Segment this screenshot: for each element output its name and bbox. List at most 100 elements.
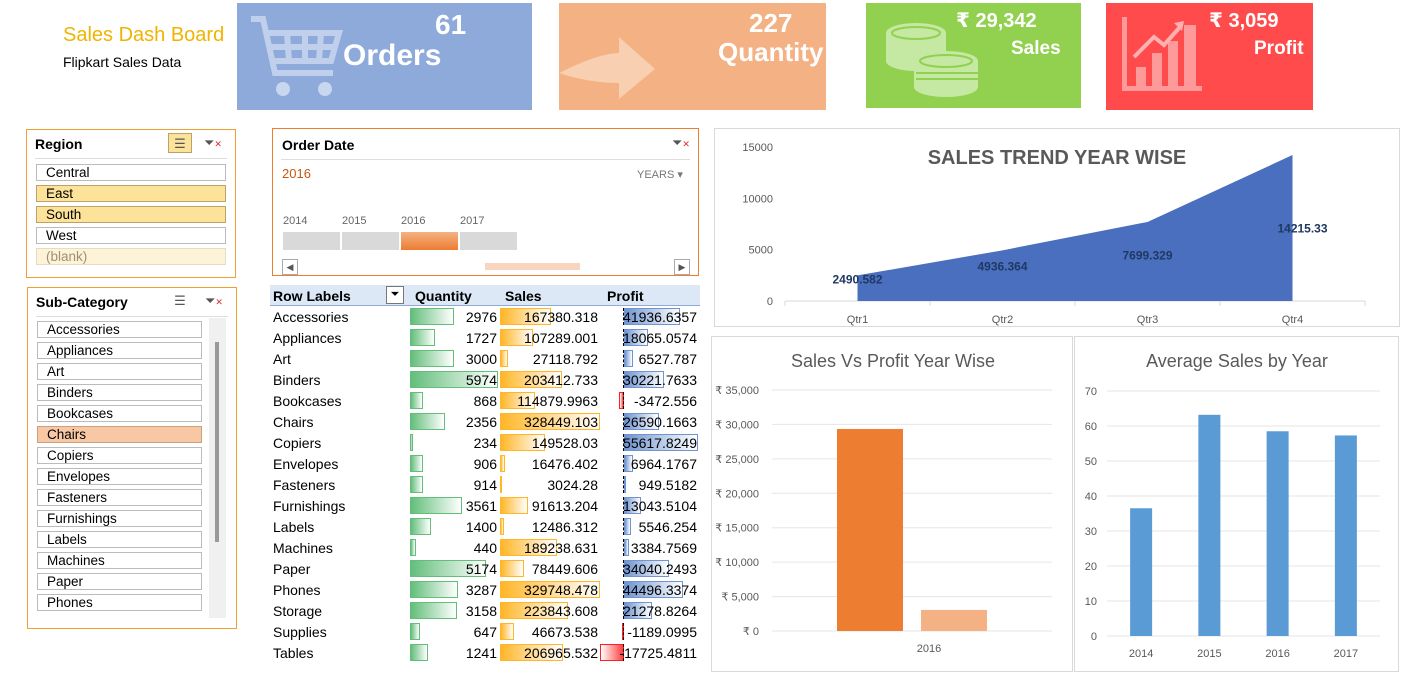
chevron-down-icon: ▾	[677, 169, 683, 181]
y-tick-label: 0	[1091, 631, 1097, 643]
region-item-south[interactable]: South	[36, 206, 226, 223]
region-item-central[interactable]: Central	[36, 164, 226, 181]
profit-cell: 3384.7569	[630, 540, 697, 556]
region-item-west[interactable]: West	[36, 227, 226, 244]
profit-cell: 44496.3374	[623, 582, 697, 598]
subcategory-item-machines[interactable]: Machines	[37, 552, 202, 569]
y-tick-label: 40	[1085, 491, 1097, 503]
subcategory-item-furnishings[interactable]: Furnishings	[37, 510, 202, 527]
scrollbar-thumb[interactable]	[215, 342, 219, 542]
timeline-year-2014[interactable]	[283, 232, 340, 250]
profit-cell: -17725.4811	[619, 645, 697, 661]
subcategory-item-appliances[interactable]: Appliances	[37, 342, 202, 359]
timeline-year-label: 2016	[401, 215, 426, 227]
subcategory-item-paper[interactable]: Paper	[37, 573, 202, 590]
growth-chart-icon	[1122, 17, 1202, 91]
sales-card: ₹ 29,342 Sales	[866, 3, 1081, 108]
profit-header: Profit	[607, 288, 644, 304]
y-tick-label: ₹ 10,000	[715, 557, 759, 569]
timeline-year-2017[interactable]	[460, 232, 517, 250]
subcategory-item-chairs[interactable]: Chairs	[37, 426, 202, 443]
timeline-level-dropdown[interactable]: YEARS ▾	[637, 168, 683, 181]
slicer-scrollbar[interactable]	[209, 318, 226, 618]
y-tick-label: ₹ 15,000	[715, 523, 759, 535]
pivot-row: Chairs 2356 328449.103 26590.1663	[270, 411, 700, 432]
region-slicer: Region ☰ ⏷✕ Central East South West (blank)	[26, 129, 236, 278]
pivot-row: Copiers 234 149528.03 55617.8249	[270, 432, 700, 453]
profit-cell: 6527.787	[638, 351, 697, 367]
profit-cell: 5546.254	[638, 519, 697, 535]
subcategory-item-art[interactable]: Art	[37, 363, 202, 380]
quantity-value: 227	[749, 8, 793, 38]
timeline-selected-range: 2016	[282, 166, 311, 181]
chart-title: SALES TREND YEAR WISE	[928, 147, 1187, 169]
profit-cell: 34040.2493	[623, 561, 697, 577]
timeline-year-label: 2015	[342, 215, 367, 227]
clear-filter-icon[interactable]: ⏷✕	[669, 133, 693, 153]
subcategory-item-accessories[interactable]: Accessories	[37, 321, 202, 338]
region-item-blank[interactable]: (blank)	[36, 248, 226, 265]
subcategory-item-copiers[interactable]: Copiers	[37, 447, 202, 464]
pivot-row: Furnishings 3561 91613.204 13043.5104	[270, 495, 700, 516]
pivot-row: Envelopes 906 16476.402 6964.1767	[270, 453, 700, 474]
pivot-row: Bookcases 868 114879.9963 -3472.556	[270, 390, 700, 411]
subcategory-item-envelopes[interactable]: Envelopes	[37, 468, 202, 485]
pivot-row: Appliances 1727 107289.001 18065.0574	[270, 327, 700, 348]
pivot-row: Supplies 647 46673.538 -1189.0995	[270, 621, 700, 642]
data-label: 4936.364	[977, 260, 1027, 274]
profit-databar	[624, 350, 633, 367]
profit-databar	[624, 518, 632, 535]
timeline-year-2016[interactable]	[401, 232, 458, 250]
subcategory-item-binders[interactable]: Binders	[37, 384, 202, 401]
y-tick-label: ₹ 25,000	[715, 454, 759, 466]
multi-select-icon[interactable]: ☰	[168, 133, 192, 153]
subcategory-item-fasteners[interactable]: Fasteners	[37, 489, 202, 506]
timeline-level-label: YEARS	[637, 169, 675, 181]
quantity-header: Quantity	[415, 288, 472, 304]
bar	[1198, 414, 1221, 636]
y-tick-label: 60	[1085, 421, 1097, 433]
profit-cell: -3472.556	[633, 393, 697, 409]
dashboard-title: Sales Dash Board	[63, 24, 225, 46]
subcategory-slicer: Sub-Category ☰ ⏷✕ Accessories Appliances A…	[27, 287, 237, 629]
x-tick-label: Qtr4	[1282, 314, 1303, 326]
profit-cell: 26590.1663	[623, 414, 697, 430]
profit-databar	[624, 476, 626, 493]
subcategory-item-bookcases[interactable]: Bookcases	[37, 405, 202, 422]
pivot-row: Fasteners 914 3024.28 949.5182	[270, 474, 700, 495]
y-tick-label: ₹ 0	[743, 626, 759, 638]
region-item-east[interactable]: East	[36, 185, 226, 202]
pivot-row: Binders 5974 203412.733 30221.7633	[270, 369, 700, 390]
profit-value: ₹ 3,059	[1209, 10, 1279, 32]
timeline-year-2015[interactable]	[342, 232, 399, 250]
profit-cell: -1189.0995	[627, 624, 697, 640]
profit-cell: 949.5182	[638, 477, 697, 493]
timeline-scroll-track[interactable]	[485, 263, 580, 270]
orders-card: 61 Orders	[237, 3, 532, 110]
area-series	[857, 155, 1293, 301]
clear-filter-icon[interactable]: ⏷✕	[201, 133, 225, 153]
profit-databar	[624, 539, 629, 556]
profit-cell: 6964.1767	[630, 456, 697, 472]
sales-header: Sales	[505, 288, 542, 304]
bar	[1266, 431, 1289, 636]
y-tick-label: 30	[1085, 526, 1097, 538]
profit-cell: 18065.0574	[623, 330, 697, 346]
subcategory-item-phones[interactable]: Phones	[37, 594, 202, 611]
row-labels-header: Row Labels	[273, 288, 351, 304]
pivot-row: Art 3000 27118.792 6527.787	[270, 348, 700, 369]
timeline-year-label: 2017	[460, 215, 485, 227]
orders-label: Orders	[343, 39, 442, 72]
timeline-scroll-right[interactable]: ▶	[674, 259, 690, 275]
sales-vs-profit-chart: ₹ 0 ₹ 5,000 ₹ 10,000 ₹ 15,000 ₹ 20,000 ₹ 25,0…	[711, 336, 1073, 672]
y-tick-label: ₹ 30,000	[715, 419, 759, 431]
filter-dropdown-icon[interactable]: ⏷	[386, 286, 404, 304]
timeline-scroll-left[interactable]: ◀	[282, 259, 298, 275]
average-sales-chart: 0 10 20 30 40 50 60 70 2014 2015 2016 2017 Average S…	[1074, 336, 1399, 672]
profit-card: ₹ 3,059 Profit	[1106, 3, 1313, 110]
sales-label: Sales	[1011, 38, 1061, 59]
subcategory-item-labels[interactable]: Labels	[37, 531, 202, 548]
x-tick-label: 2017	[1334, 648, 1358, 660]
x-tick-label: Qtr3	[1137, 314, 1158, 326]
y-tick-label: 50	[1085, 456, 1097, 468]
